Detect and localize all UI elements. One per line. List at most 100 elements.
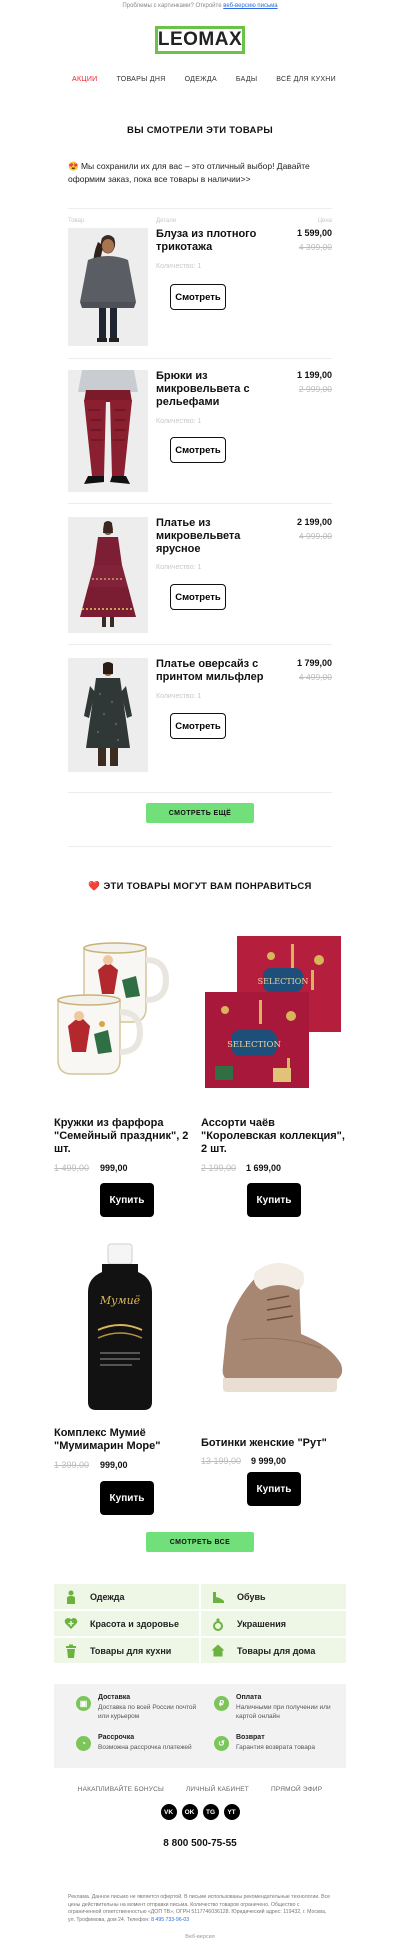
view-button[interactable]: Смотреть xyxy=(170,713,226,739)
telegram-icon[interactable]: TG xyxy=(202,1804,219,1820)
divider xyxy=(68,644,332,645)
see-all-button[interactable]: СМОТРЕТЬ ВСЕ xyxy=(146,1532,254,1552)
column-details: Детали xyxy=(156,218,177,224)
footer-link-bonuses[interactable]: НАКАПЛИВАЙТЕ БОНУСЫ xyxy=(78,1786,164,1793)
product-image-dress[interactable] xyxy=(68,517,148,633)
hotline-phone[interactable]: 8 800 500-75-55 xyxy=(0,1838,400,1849)
footer-links: НАКАПЛИВАЙТЕ БОНУСЫ ЛИЧНЫЙ КАБИНЕТ ПРЯМО… xyxy=(0,1786,400,1793)
preheader: Проблемы с картинками? Откройте веб-верс… xyxy=(0,0,400,12)
footer-link-account[interactable]: ЛИЧНЫЙ КАБИНЕТ xyxy=(186,1786,249,1793)
person-icon xyxy=(64,1590,78,1604)
category-label: Одежда xyxy=(90,1591,125,1602)
category-home[interactable]: Товары для дома xyxy=(201,1638,346,1663)
buy-button[interactable]: Купить xyxy=(100,1183,154,1217)
nav-item-supplements[interactable]: БАДЫ xyxy=(236,76,257,83)
product-price: 1 799,00 xyxy=(296,658,332,668)
category-kitchen[interactable]: Товары для кухни xyxy=(54,1638,199,1663)
recommend-title: ❤️ ЭТИ ТОВАРЫ МОГУТ ВАМ ПОНРАВИТЬСЯ xyxy=(0,881,400,892)
buy-button[interactable]: Купить xyxy=(247,1472,301,1506)
heart-plus-icon xyxy=(64,1617,78,1631)
legal-disclaimer: Реклама. Данное письмо не является оферт… xyxy=(68,1894,331,1923)
buy-button[interactable]: Купить xyxy=(247,1183,301,1217)
product-price: 1 599,00 xyxy=(296,228,332,238)
nav-item-deals[interactable]: ТОВАРЫ ДНЯ xyxy=(116,76,165,83)
product-name[interactable]: Брюки из микровельвета с рельефами xyxy=(156,370,266,409)
column-price: Цена xyxy=(317,218,332,224)
recommend-item-3: Мумиё Комплекс Мумиё "Мумимарин Море" 1 … xyxy=(54,1240,199,1520)
product-image-oversize-dress[interactable] xyxy=(68,658,148,772)
product-name[interactable]: Платье из микровельвета ярусное xyxy=(156,517,266,556)
product-quantity: Количество: 1 xyxy=(156,564,202,571)
recommend-item-name[interactable]: Комплекс Мумиё "Мумимарин Море" xyxy=(54,1427,204,1453)
viewed-intro-text: Мы сохранили их для вас – это отличный в… xyxy=(68,161,310,184)
viewed-product-4: Платье оверсайз с принтом мильфлер 1 799… xyxy=(68,658,332,772)
vk-icon[interactable]: VK xyxy=(160,1804,177,1820)
legal-text: Реклама. Данное письмо не является оферт… xyxy=(68,1894,334,1924)
recommend-item-old-price: 13 199,00 xyxy=(201,1456,242,1466)
benefit-title: Рассрочка xyxy=(98,1734,135,1741)
viewed-product-2: Брюки из микровельвета с рельефами 1 199… xyxy=(68,370,332,492)
web-version-footer-link[interactable]: Веб-версия xyxy=(0,1934,400,1940)
legal-phone-link[interactable]: 8 495 733-96-03 xyxy=(151,1917,189,1923)
nav-item-promo[interactable]: АКЦИИ xyxy=(72,76,98,83)
view-button[interactable]: Смотреть xyxy=(170,584,226,610)
return-arrow-icon: ↺ xyxy=(214,1736,229,1751)
category-label: Обувь xyxy=(237,1591,266,1602)
recommend-item-price: 1 699,00 xyxy=(246,1163,282,1173)
see-more-button[interactable]: СМОТРЕТЬ ЕЩЁ xyxy=(146,803,254,823)
leomax-logo[interactable]: LEOMAX xyxy=(155,26,245,54)
product-image-tea-assortment[interactable]: SELECTION SELECTION xyxy=(201,930,346,1105)
shoe-icon xyxy=(211,1590,225,1604)
nav-item-kitchen[interactable]: ВСЁ ДЛЯ КУХНИ xyxy=(276,76,336,83)
benefit-title: Возврат xyxy=(236,1734,265,1741)
recommend-item-price: 999,00 xyxy=(100,1163,128,1173)
viewed-product-1: Блуза из плотного трикотажа 1 599,00 4 3… xyxy=(68,228,332,346)
odnoklassniki-icon[interactable]: OK xyxy=(181,1804,198,1820)
product-image-boots[interactable] xyxy=(201,1240,346,1415)
category-label: Товары для кухни xyxy=(90,1645,172,1656)
category-jewelry[interactable]: Украшения xyxy=(201,1611,346,1636)
category-shoes[interactable]: Обувь xyxy=(201,1584,346,1609)
view-button[interactable]: Смотреть xyxy=(170,437,226,463)
youtube-icon[interactable]: YT xyxy=(223,1804,240,1820)
table-header: Товар Детали Цена xyxy=(68,208,332,224)
recommend-item-price: 999,00 xyxy=(100,1460,128,1470)
product-name[interactable]: Блуза из плотного трикотажа xyxy=(156,228,266,254)
benefit-text: Возможна рассрочка платежей xyxy=(98,1744,192,1751)
benefit-title: Оплата xyxy=(236,1694,262,1701)
footer-link-live[interactable]: ПРЯМОЙ ЭФИР xyxy=(271,1786,322,1793)
benefit-title: Доставка xyxy=(98,1694,131,1701)
recommend-item-2: SELECTION SELECTION Ассорти чаёв "Короле… xyxy=(201,930,346,1217)
category-label: Товары для дома xyxy=(237,1645,316,1656)
recommend-item-name[interactable]: Ассорти чаёв "Королевская коллекция", 2 … xyxy=(201,1117,351,1156)
product-image-blouse[interactable] xyxy=(68,228,148,346)
viewed-title: ВЫ СМОТРЕЛИ ЭТИ ТОВАРЫ xyxy=(127,125,273,136)
product-old-price: 4 399,00 xyxy=(298,242,332,252)
category-beauty-health[interactable]: Красота и здоровье xyxy=(54,1611,199,1636)
heart-eyes-emoji: 😍 xyxy=(68,161,79,171)
product-name[interactable]: Платье оверсайз с принтом мильфлер xyxy=(156,658,266,684)
recommend-item-name[interactable]: Ботинки женские "Рут" xyxy=(201,1437,351,1450)
recommend-title-text: ЭТИ ТОВАРЫ МОГУТ ВАМ ПОНРАВИТЬСЯ xyxy=(103,881,312,892)
product-image-mugs[interactable] xyxy=(54,930,199,1105)
buy-button[interactable]: Купить xyxy=(100,1481,154,1515)
product-quantity: Количество: 1 xyxy=(156,263,202,270)
view-button[interactable]: Смотреть xyxy=(170,284,226,310)
product-image-mumie[interactable]: Мумиё xyxy=(54,1240,199,1415)
product-image-trousers[interactable] xyxy=(68,370,148,492)
product-quantity: Количество: 1 xyxy=(156,693,202,700)
product-price: 1 199,00 xyxy=(296,370,332,380)
svg-text:SELECTION: SELECTION xyxy=(258,977,309,986)
product-old-price: 4 999,00 xyxy=(298,531,332,541)
nav-item-clothing[interactable]: ОДЕЖДА xyxy=(185,76,217,83)
house-icon xyxy=(211,1644,225,1658)
recommend-item-old-price: 1 399,00 xyxy=(54,1460,90,1470)
divider xyxy=(68,358,332,359)
category-clothing[interactable]: Одежда xyxy=(54,1584,199,1609)
svg-text:Мумиё: Мумиё xyxy=(99,1294,141,1307)
category-grid: Одежда Обувь Красота и здоровье Украшени… xyxy=(54,1584,346,1663)
web-version-link[interactable]: веб-версию письма xyxy=(223,3,277,9)
ruble-icon: ₽ xyxy=(214,1696,229,1711)
email-page: Проблемы с картинками? Откройте веб-верс… xyxy=(0,0,400,1959)
recommend-item-name[interactable]: Кружки из фарфора "Семейный праздник", 2… xyxy=(54,1117,204,1156)
